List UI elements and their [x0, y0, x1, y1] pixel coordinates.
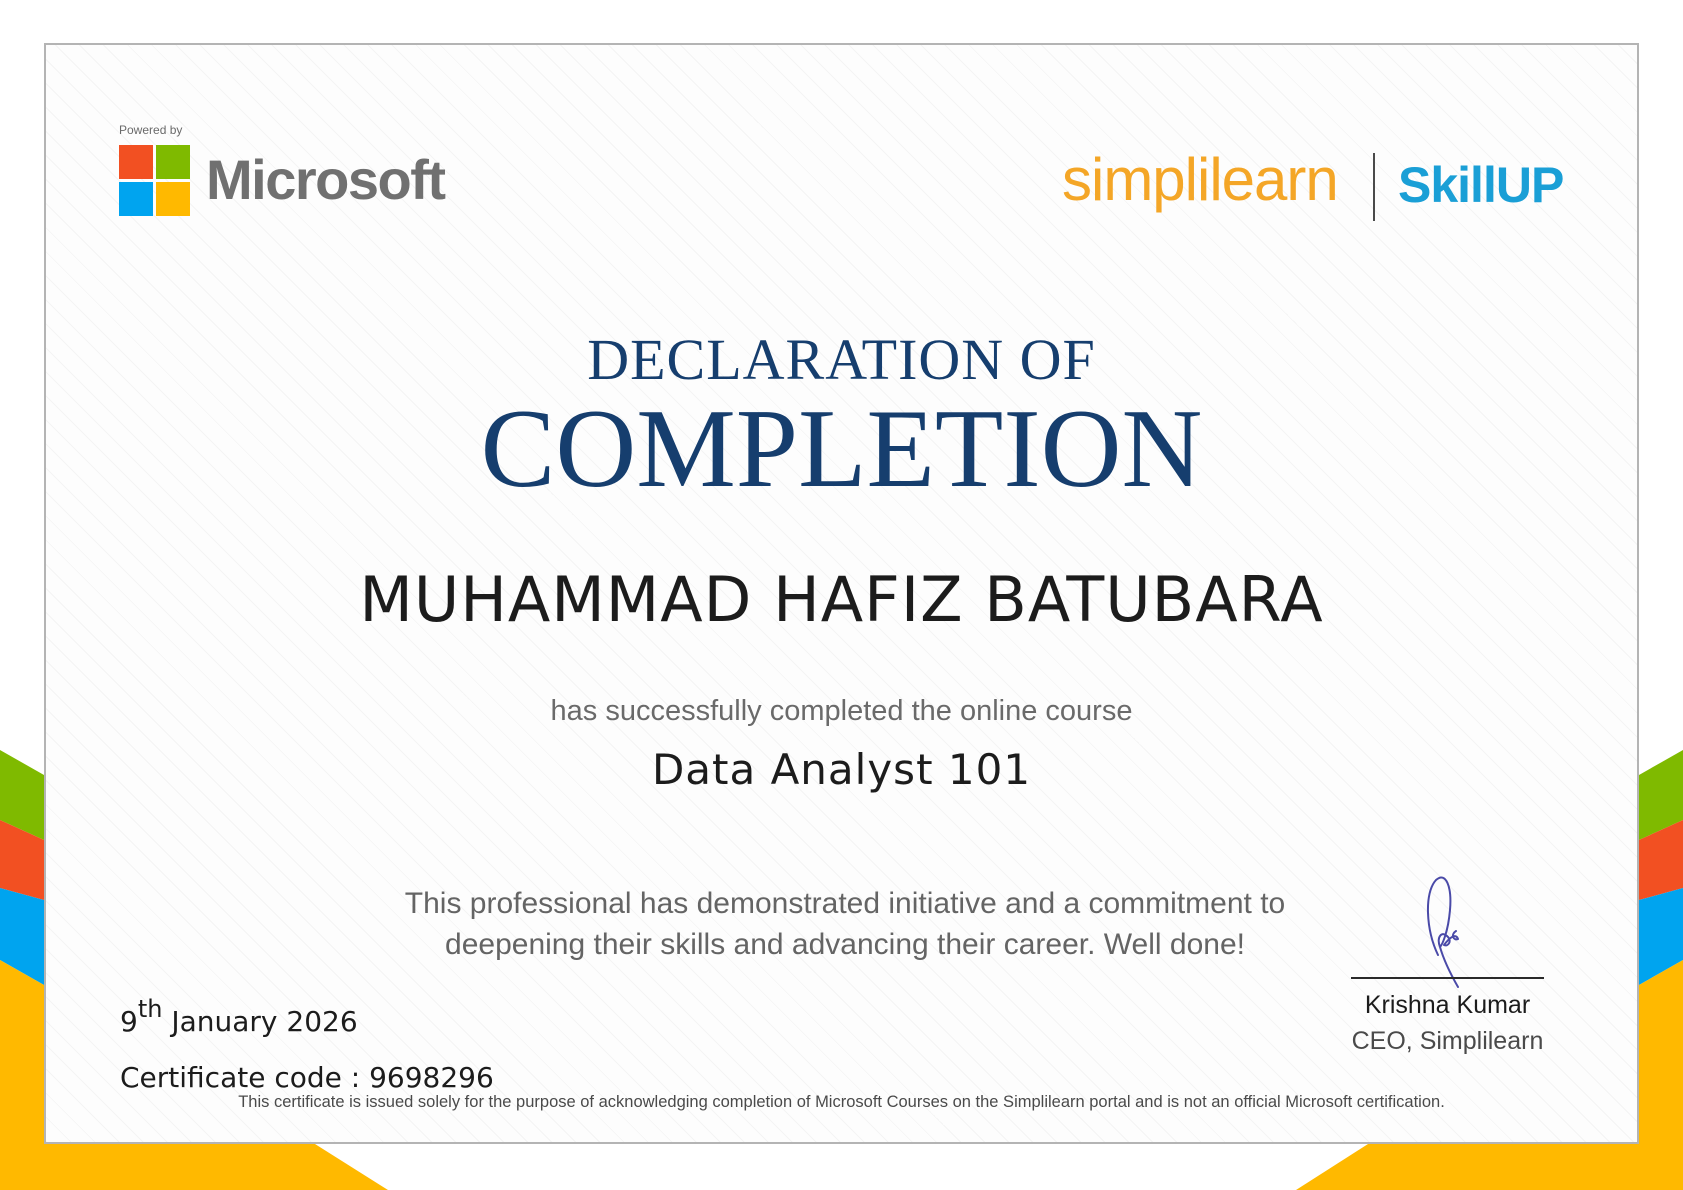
issue-date: 9th January 2026 — [120, 995, 358, 1041]
microsoft-squares-icon — [119, 145, 190, 216]
simplilearn-skillup-logo: simplilearn SkillUP — [1062, 145, 1577, 235]
commendation-text: This professional has demonstrated initi… — [345, 883, 1345, 965]
signer-name: Krishna Kumar — [1364, 991, 1531, 1019]
commendation-line-1: This professional has demonstrated initi… — [404, 887, 1286, 920]
issue-date-day: 9 — [120, 1005, 138, 1038]
signer-title: CEO, Simplilearn — [1351, 1027, 1544, 1055]
commendation-line-2: deepening their skills and advancing the… — [445, 928, 1245, 961]
course-name: Data Analyst 101 — [651, 745, 1032, 794]
completion-statement: has successfully completed the online co… — [550, 695, 1133, 727]
powered-by-label: Powered by — [119, 123, 183, 137]
simplilearn-wordmark: simplilearn — [1062, 146, 1339, 213]
logo-divider — [1373, 153, 1375, 221]
heading-declaration-of: DECLARATION OF — [587, 327, 1096, 392]
signature-line — [1351, 977, 1544, 979]
microsoft-wordmark: Microsoft — [206, 148, 446, 211]
heading-completion: COMPLETION — [480, 387, 1203, 511]
signature-image — [1427, 876, 1459, 988]
microsoft-logo: Powered by Microsoft — [119, 123, 459, 223]
issue-date-month-year: January 2026 — [162, 1005, 358, 1038]
skillup-wordmark: SkillUP — [1398, 157, 1564, 213]
issue-date-suffix: th — [137, 995, 163, 1023]
recipient-name: MUHAMMAD HAFIZ BATUBARA — [359, 563, 1324, 636]
disclaimer-text: This certificate is issued solely for th… — [238, 1093, 1445, 1111]
